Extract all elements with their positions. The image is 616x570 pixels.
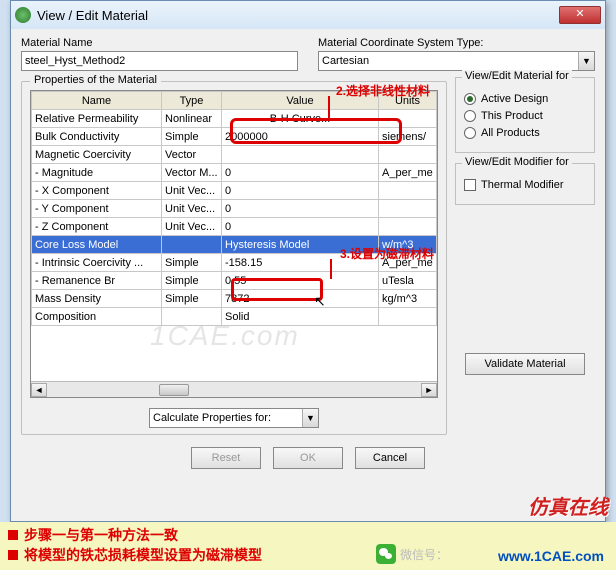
coord-type-label: Material Coordinate System Type: <box>318 37 595 49</box>
titlebar[interactable]: View / Edit Material ✕ <box>11 1 605 29</box>
cell-name[interactable]: Core Loss Model <box>32 236 162 254</box>
cell-type[interactable]: Simple <box>162 128 222 146</box>
table-row[interactable]: Composition Solid <box>32 308 437 326</box>
cell-units[interactable] <box>379 182 437 200</box>
cell-type[interactable]: Vector <box>162 146 222 164</box>
wechat-badge: 微信号： <box>376 544 448 564</box>
col-name[interactable]: Name <box>32 92 162 110</box>
cell-name[interactable]: - X Component <box>32 182 162 200</box>
radio-active-design[interactable]: Active Design <box>464 93 588 105</box>
cell-value[interactable]: 7872 <box>222 290 379 308</box>
close-button[interactable]: ✕ <box>559 6 601 24</box>
cell-units[interactable]: A_per_me <box>379 164 437 182</box>
app-icon <box>15 7 31 23</box>
table-row[interactable]: - Remanence BrSimple0.55uTesla <box>32 272 437 290</box>
calc-properties-combo[interactable]: Calculate Properties for: ▼ <box>149 408 319 428</box>
cell-value[interactable]: 2000000 <box>222 128 379 146</box>
cell-units[interactable] <box>379 110 437 128</box>
cell-value[interactable]: 0 <box>222 182 379 200</box>
table-row[interactable]: - MagnitudeVector M...0A_per_me <box>32 164 437 182</box>
coord-type-combo[interactable]: Cartesian ▼ <box>318 51 595 71</box>
validate-material-button[interactable]: Validate Material <box>465 353 585 375</box>
reset-button[interactable]: Reset <box>191 447 261 469</box>
cell-value[interactable]: B-H Curve... <box>222 110 379 128</box>
ok-button[interactable]: OK <box>273 447 343 469</box>
cell-name[interactable]: Bulk Conductivity <box>32 128 162 146</box>
cell-name[interactable]: Relative Permeability <box>32 110 162 128</box>
cell-name[interactable]: - Magnitude <box>32 164 162 182</box>
properties-group-title: Properties of the Material <box>30 74 161 86</box>
table-row[interactable]: - Z ComponentUnit Vec...0 <box>32 218 437 236</box>
cell-units[interactable] <box>379 146 437 164</box>
col-type[interactable]: Type <box>162 92 222 110</box>
material-name-label: Material Name <box>21 37 298 49</box>
cell-name[interactable]: - Remanence Br <box>32 272 162 290</box>
cell-units[interactable] <box>379 218 437 236</box>
scroll-right-icon[interactable]: ► <box>421 383 437 397</box>
cell-type[interactable] <box>162 236 222 254</box>
cell-type[interactable]: Unit Vec... <box>162 200 222 218</box>
material-name-input[interactable]: steel_Hyst_Method2 <box>21 51 298 71</box>
cell-name[interactable]: - Y Component <box>32 200 162 218</box>
cancel-button[interactable]: Cancel <box>355 447 425 469</box>
cell-value[interactable]: Solid <box>222 308 379 326</box>
properties-grid[interactable]: Name Type Value Units Relative Permeabil… <box>30 90 438 398</box>
annotation-2: 2.选择非线性材料 <box>336 82 430 99</box>
cell-type[interactable] <box>162 308 222 326</box>
view-modifier-for-group: View/Edit Modifier for Thermal Modifier <box>455 163 595 205</box>
table-row[interactable]: - X ComponentUnit Vec...0 <box>32 182 437 200</box>
chevron-down-icon[interactable]: ▼ <box>578 52 594 70</box>
cell-units[interactable] <box>379 308 437 326</box>
table-row[interactable]: Mass DensitySimple7872kg/m^3 <box>32 290 437 308</box>
check-thermal-modifier[interactable]: Thermal Modifier <box>464 179 588 191</box>
window-title: View / Edit Material <box>37 8 559 23</box>
brand-text: 仿真在线 <box>528 491 608 520</box>
table-row[interactable]: Magnetic CoercivityVector <box>32 146 437 164</box>
cell-units[interactable]: kg/m^3 <box>379 290 437 308</box>
cell-name[interactable]: Composition <box>32 308 162 326</box>
cell-name[interactable]: - Intrinsic Coercivity ... <box>32 254 162 272</box>
cell-type[interactable]: Simple <box>162 290 222 308</box>
cell-type[interactable]: Nonlinear <box>162 110 222 128</box>
cell-value[interactable]: 0.55 <box>222 272 379 290</box>
cell-units[interactable]: uTesla <box>379 272 437 290</box>
cell-value[interactable]: 0 <box>222 200 379 218</box>
scroll-left-icon[interactable]: ◄ <box>31 383 47 397</box>
dialog-content: Material Name steel_Hyst_Method2 Materia… <box>11 29 605 475</box>
cell-name[interactable]: Mass Density <box>32 290 162 308</box>
cell-value[interactable]: 0 <box>222 218 379 236</box>
wechat-icon <box>376 544 396 564</box>
radio-all-products[interactable]: All Products <box>464 127 588 139</box>
view-material-for-group: View/Edit Material for Active Design Thi… <box>455 77 595 153</box>
cell-units[interactable] <box>379 200 437 218</box>
chevron-down-icon[interactable]: ▼ <box>302 409 318 427</box>
cell-value[interactable]: 0 <box>222 164 379 182</box>
dialog-window: View / Edit Material ✕ Material Name ste… <box>10 0 606 522</box>
table-row[interactable]: Bulk ConductivitySimple2000000siemens/ <box>32 128 437 146</box>
cell-type[interactable]: Simple <box>162 272 222 290</box>
website-link[interactable]: www.1CAE.com <box>498 548 604 564</box>
cell-name[interactable]: - Z Component <box>32 218 162 236</box>
table-row[interactable]: Relative PermeabilityNonlinearB-H Curve.… <box>32 110 437 128</box>
radio-this-product[interactable]: This Product <box>464 110 588 122</box>
annotation-3: 3.设置为磁滞材料 <box>340 245 434 262</box>
table-row[interactable]: - Y ComponentUnit Vec...0 <box>32 200 437 218</box>
cell-name[interactable]: Magnetic Coercivity <box>32 146 162 164</box>
cell-type[interactable]: Unit Vec... <box>162 218 222 236</box>
cell-type[interactable]: Vector M... <box>162 164 222 182</box>
bullet-icon <box>8 550 18 560</box>
cell-type[interactable]: Unit Vec... <box>162 182 222 200</box>
cell-type[interactable]: Simple <box>162 254 222 272</box>
horizontal-scrollbar[interactable]: ◄ ► <box>31 381 437 397</box>
cell-units[interactable]: siemens/ <box>379 128 437 146</box>
scroll-thumb[interactable] <box>159 384 189 396</box>
cell-value[interactable] <box>222 146 379 164</box>
bullet-icon <box>8 530 18 540</box>
